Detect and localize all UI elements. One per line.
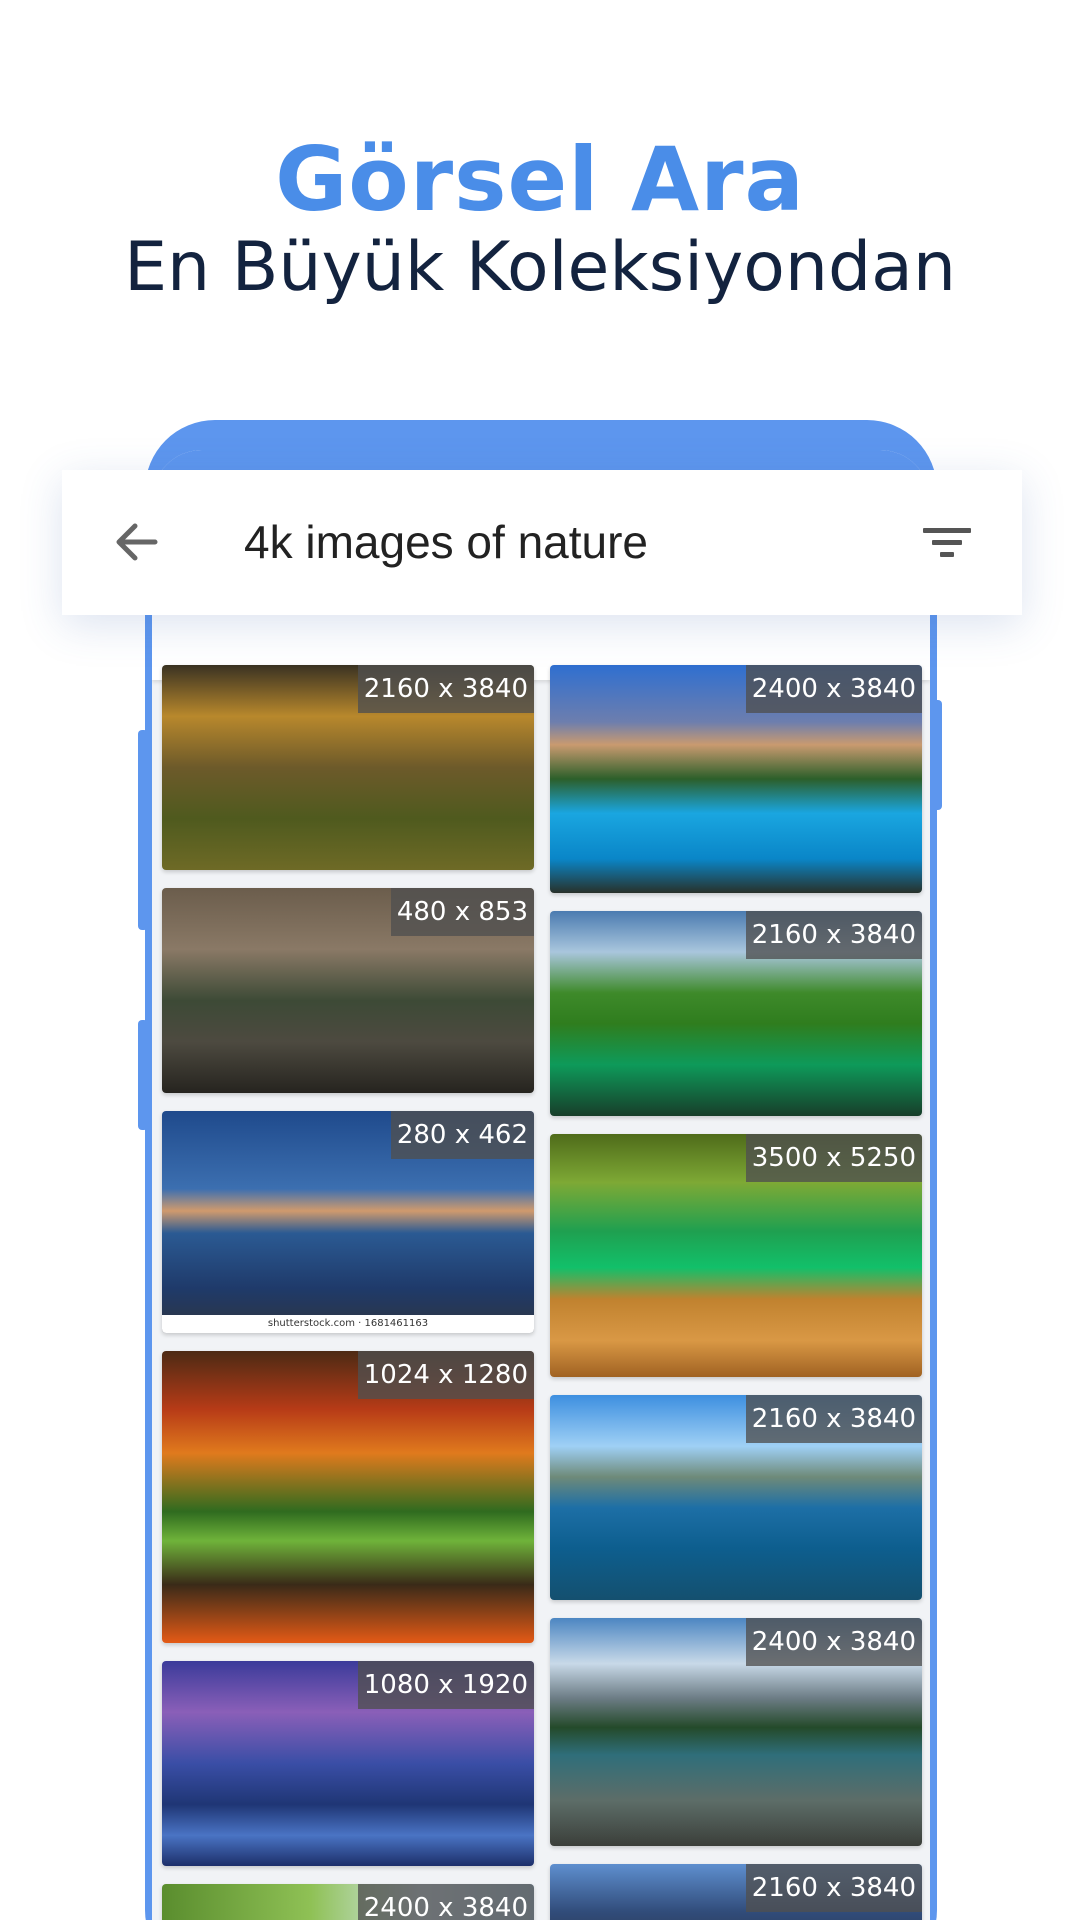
headline-subtitle: En Büyük Koleksiyondan <box>124 228 956 307</box>
image-watermark-caption: shutterstock.com · 1681461163 <box>162 1315 534 1333</box>
phone-side-button <box>138 1020 148 1130</box>
result-image[interactable]: 1024 x 1280 <box>162 1351 534 1643</box>
resolution-badge: 480 x 853 <box>390 888 534 936</box>
filter-icon[interactable] <box>917 512 977 572</box>
arrow-left-icon[interactable] <box>107 512 167 572</box>
result-image[interactable]: 2160 x 3840 <box>162 665 534 870</box>
resolution-badge: 2160 x 3840 <box>357 665 534 713</box>
resolution-badge: 2160 x 3840 <box>745 1864 922 1912</box>
result-image[interactable]: 2400 x 3840 <box>550 1618 922 1846</box>
result-image[interactable]: 2400 x 3840 <box>550 665 922 893</box>
result-image[interactable]: 480 x 853 <box>162 888 534 1093</box>
search-query-input[interactable]: 4k images of nature <box>244 470 648 615</box>
result-image[interactable]: 2400 x 3840 <box>162 1884 534 1920</box>
resolution-badge: 2400 x 3840 <box>745 1618 922 1666</box>
resolution-badge: 2160 x 3840 <box>745 911 922 959</box>
resolution-badge: 2400 x 3840 <box>745 665 922 713</box>
search-bar: 4k images of nature <box>62 470 1022 615</box>
result-image[interactable]: 280 x 462 shutterstock.com · 1681461163 <box>162 1111 534 1333</box>
resolution-badge: 2160 x 3840 <box>745 1395 922 1443</box>
result-image[interactable]: 1080 x 1920 <box>162 1661 534 1866</box>
result-image[interactable]: 2160 x 3840 <box>550 1395 922 1600</box>
resolution-badge: 1024 x 1280 <box>357 1351 534 1399</box>
phone-side-button <box>932 700 942 810</box>
phone-side-button <box>138 730 148 930</box>
promo-headline: Görsel Ara En Büyük Koleksiyondan <box>0 130 1080 308</box>
result-image[interactable]: 2160 x 3840 <box>550 911 922 1116</box>
result-image[interactable]: 2160 x 3840 <box>550 1864 922 1920</box>
resolution-badge: 1080 x 1920 <box>357 1661 534 1709</box>
resolution-badge: 2400 x 3840 <box>357 1884 534 1920</box>
resolution-badge: 280 x 462 <box>390 1111 534 1159</box>
resolution-badge: 3500 x 5250 <box>745 1134 922 1182</box>
headline-title: Görsel Ara <box>275 128 805 231</box>
result-image[interactable]: 3500 x 5250 <box>550 1134 922 1377</box>
